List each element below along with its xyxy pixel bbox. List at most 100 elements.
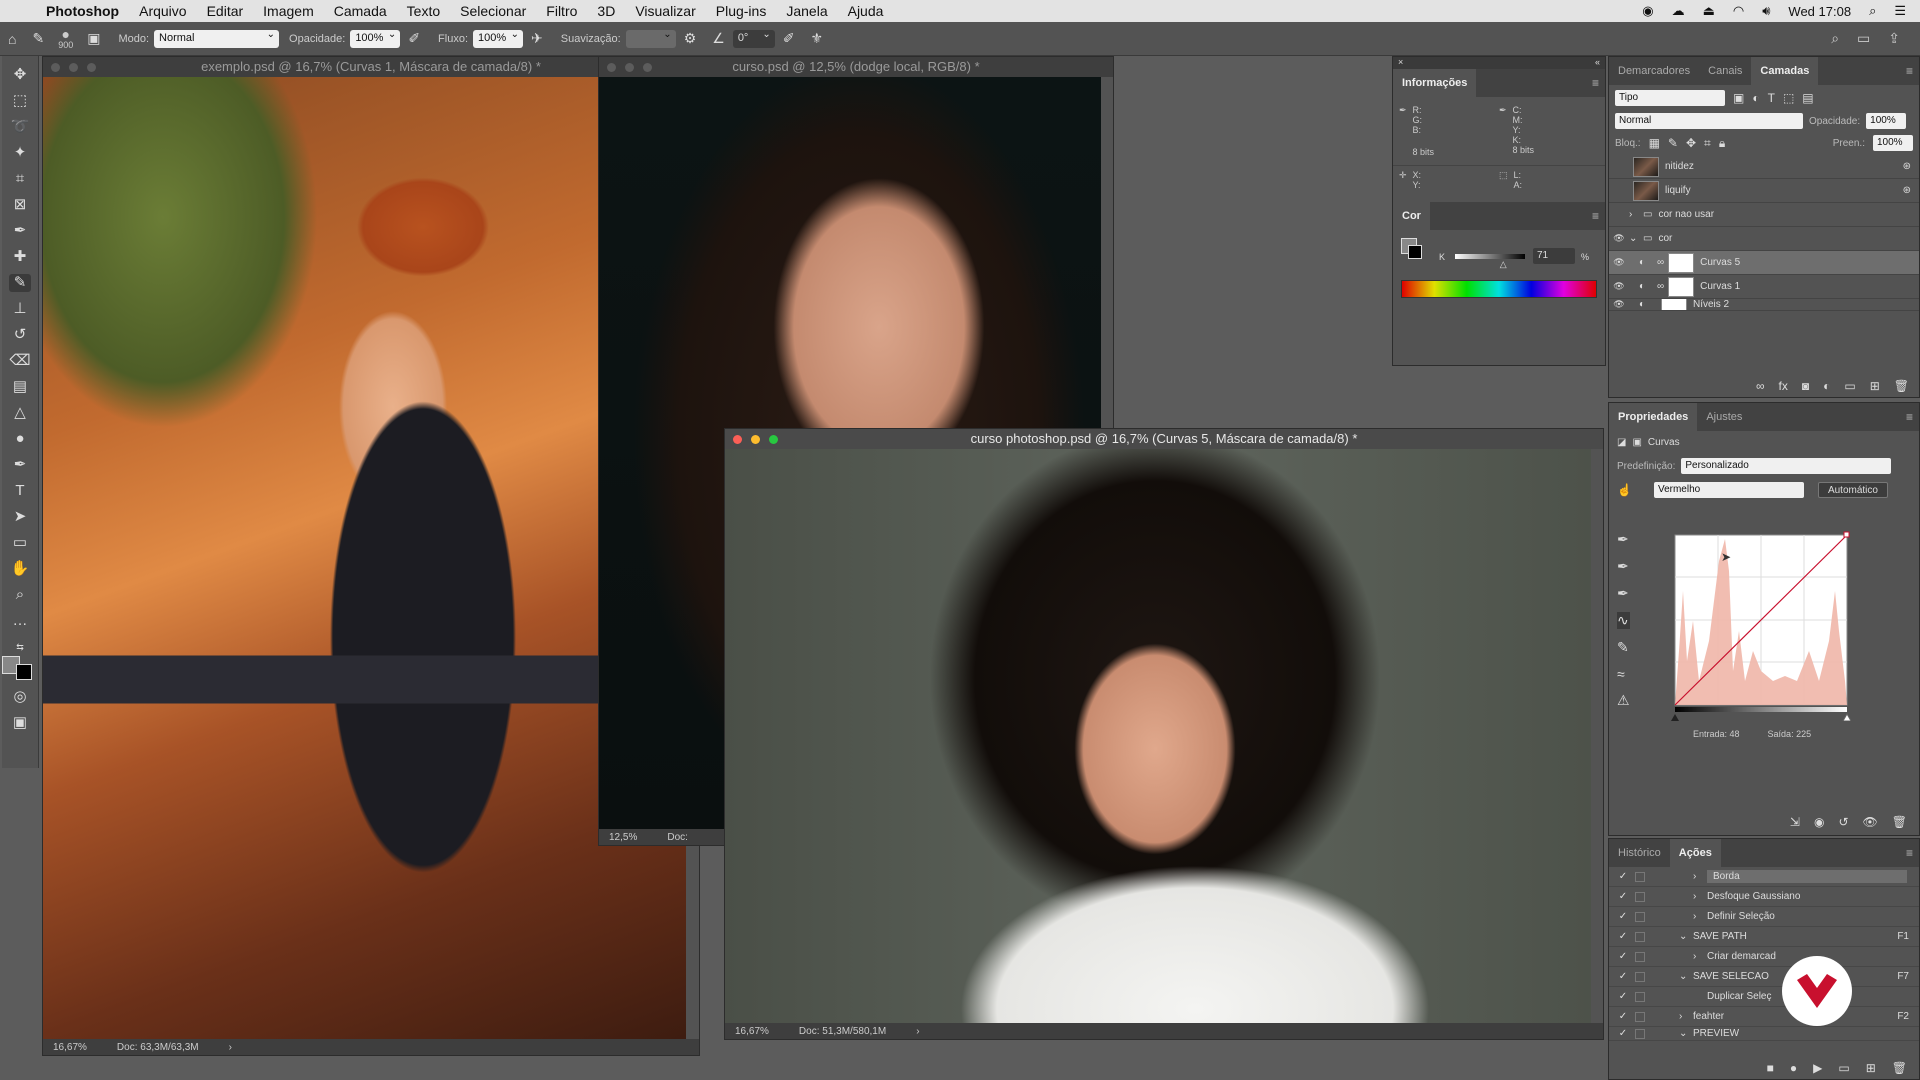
check-icon[interactable]: ✓ xyxy=(1615,951,1631,962)
fx-icon[interactable]: fx xyxy=(1779,379,1788,393)
rectangle-tool-icon[interactable]: ▭ xyxy=(9,534,31,552)
blend-mode-select[interactable]: Normal xyxy=(1615,113,1803,129)
lock-transparency-icon[interactable]: ▦ xyxy=(1649,136,1660,150)
airbrush-icon[interactable]: ✈ xyxy=(531,30,543,47)
on-image-adjust-icon[interactable]: ☝ xyxy=(1617,483,1632,497)
panel-menu-icon[interactable]: ≡ xyxy=(1906,64,1913,78)
tab-ajustes[interactable]: Ajustes xyxy=(1697,403,1751,431)
panel-menu-icon[interactable]: ≡ xyxy=(1592,209,1599,223)
menu-filtro[interactable]: Filtro xyxy=(536,3,587,19)
zoom-level[interactable]: 16,67% xyxy=(53,1042,87,1053)
curve-smooth-icon[interactable]: ≈ xyxy=(1617,666,1630,682)
curves-graph[interactable]: ➤ xyxy=(1669,531,1851,721)
new-adjustment-icon[interactable]: ◐ xyxy=(1823,379,1830,393)
blur-tool-icon[interactable]: △ xyxy=(9,404,31,422)
menu-texto[interactable]: Texto xyxy=(397,3,450,19)
filter-shape-icon[interactable]: ⬚ xyxy=(1783,91,1794,105)
collapse-panel-icon[interactable]: « xyxy=(1595,57,1600,69)
check-icon[interactable]: ✓ xyxy=(1615,971,1631,982)
document-window-curso-photoshop[interactable]: curso photoshop.psd @ 16,7% (Curvas 5, M… xyxy=(724,428,1604,1040)
record-icon[interactable]: ◉ xyxy=(1642,3,1653,19)
layer-row-selected[interactable]: 👁︎ ◐ ∞ Curvas 5 xyxy=(1609,251,1919,275)
opacity-field[interactable]: 100% xyxy=(350,29,401,48)
smoothing-field[interactable] xyxy=(625,29,676,48)
curves-icon[interactable]: ◪ xyxy=(1617,437,1626,448)
magic-wand-tool-icon[interactable]: ✦ xyxy=(9,144,31,162)
gradient-tool-icon[interactable]: ▤ xyxy=(9,378,31,396)
tab-historico[interactable]: Histórico xyxy=(1609,839,1670,867)
preset-select[interactable]: Personalizado xyxy=(1681,458,1892,474)
type-tool-icon[interactable]: T xyxy=(9,482,31,500)
wifi-icon[interactable]: ◠ xyxy=(1733,3,1744,19)
new-layer-icon[interactable]: ⊞ xyxy=(1870,379,1880,393)
dialog-toggle[interactable] xyxy=(1635,951,1645,962)
collapse-icon[interactable]: ⌄ xyxy=(1679,971,1693,982)
eraser-tool-icon[interactable]: ⌫ xyxy=(9,352,31,370)
dialog-toggle[interactable] xyxy=(1635,931,1645,942)
new-action-icon[interactable]: ⊞ xyxy=(1866,1061,1876,1075)
action-row[interactable]: ✓ › Definir Seleção xyxy=(1609,907,1919,927)
document-title-bar[interactable]: curso photoshop.psd @ 16,7% (Curvas 5, M… xyxy=(725,429,1603,449)
pen-tool-icon[interactable]: ✒ xyxy=(9,456,31,474)
stamp-tool-icon[interactable]: ⊥ xyxy=(9,300,31,318)
group-expand-icon[interactable]: › xyxy=(1629,209,1643,220)
color-swatches[interactable] xyxy=(2,656,32,680)
menu-imagem[interactable]: Imagem xyxy=(253,3,324,19)
check-icon[interactable]: ✓ xyxy=(1615,1011,1631,1022)
dialog-toggle[interactable] xyxy=(1635,991,1645,1002)
dialog-toggle[interactable] xyxy=(1635,1028,1645,1039)
close-button[interactable] xyxy=(733,435,742,444)
brush-size-picker[interactable]: ● 900 xyxy=(58,27,73,50)
curve-edit-points-icon[interactable]: ∿ xyxy=(1617,612,1630,629)
dialog-toggle[interactable] xyxy=(1635,971,1645,982)
channel-select[interactable]: Vermelho xyxy=(1653,482,1804,498)
filter-pixel-icon[interactable]: ▣ xyxy=(1733,91,1744,105)
angle-field[interactable]: 0° xyxy=(732,29,775,48)
minimize-button[interactable] xyxy=(751,435,760,444)
control-center-icon[interactable]: ☰ xyxy=(1894,3,1906,19)
view-previous-icon[interactable]: ◉ xyxy=(1814,815,1824,829)
hand-tool-icon[interactable]: ✋ xyxy=(9,560,31,578)
menu-camada[interactable]: Camada xyxy=(324,3,397,19)
panel-menu-icon[interactable]: ≡ xyxy=(1906,410,1913,424)
filter-adjust-icon[interactable]: ◐ xyxy=(1752,91,1759,105)
background-color-swatch[interactable] xyxy=(16,664,32,680)
check-icon[interactable]: ✓ xyxy=(1615,931,1631,942)
share-icon[interactable]: ⇪ xyxy=(1888,30,1900,47)
mask-icon[interactable]: ▣ xyxy=(1632,437,1641,448)
layer-row[interactable]: 👁︎ ◐ ∞ Curvas 1 xyxy=(1609,275,1919,299)
dodge-tool-icon[interactable]: ● xyxy=(9,430,31,448)
action-set-row[interactable]: ✓ › feahter F2 xyxy=(1609,1007,1919,1027)
tab-informacoes[interactable]: Informações xyxy=(1393,69,1477,97)
layer-fill-field[interactable]: 100% xyxy=(1873,135,1913,151)
k-slider-track[interactable] xyxy=(1455,254,1525,259)
tab-canais[interactable]: Canais xyxy=(1699,57,1751,85)
expand-icon[interactable]: › xyxy=(1693,911,1707,922)
background-color-swatch[interactable] xyxy=(1408,245,1422,259)
link-icon[interactable]: ∞ xyxy=(1657,257,1664,268)
menu-visualizar[interactable]: Visualizar xyxy=(625,3,705,19)
menu-editar[interactable]: Editar xyxy=(197,3,254,19)
link-layers-icon[interactable]: ∞ xyxy=(1756,379,1765,393)
expand-icon[interactable]: › xyxy=(1693,871,1707,882)
check-icon[interactable]: ✓ xyxy=(1615,871,1631,882)
action-row[interactable]: ✓ › Desfoque Gaussiano xyxy=(1609,887,1919,907)
tab-propriedades[interactable]: Propriedades xyxy=(1609,403,1698,431)
eject-icon[interactable]: ⏏ xyxy=(1703,3,1715,19)
layer-mask-thumbnail[interactable] xyxy=(1661,299,1687,310)
home-icon[interactable]: ⌂ xyxy=(8,31,16,47)
quick-mask-icon[interactable]: ◎ xyxy=(9,688,31,706)
clipping-warning-icon[interactable]: ⚠ xyxy=(1617,692,1630,709)
collapse-icon[interactable]: ⌄ xyxy=(1679,931,1693,942)
action-row[interactable]: ✓ Duplicar Seleç xyxy=(1609,987,1919,1007)
canvas-photo-portrait-shirt[interactable] xyxy=(725,449,1591,1025)
status-arrow-icon[interactable]: › xyxy=(916,1026,919,1037)
check-icon[interactable]: ✓ xyxy=(1615,991,1631,1002)
menu-plugins[interactable]: Plug-ins xyxy=(706,3,777,19)
document-title-bar[interactable]: curso.psd @ 12,5% (dodge local, RGB/8) * xyxy=(599,57,1113,77)
k-slider-thumb[interactable]: △ xyxy=(1500,259,1507,270)
marquee-tool-icon[interactable]: ⬚ xyxy=(9,92,31,110)
flow-field[interactable]: 100% xyxy=(473,29,524,48)
doc-size-info[interactable]: Doc: 63,3M/63,3M xyxy=(117,1042,199,1053)
volume-icon[interactable]: 🔊︎ xyxy=(1762,3,1770,19)
